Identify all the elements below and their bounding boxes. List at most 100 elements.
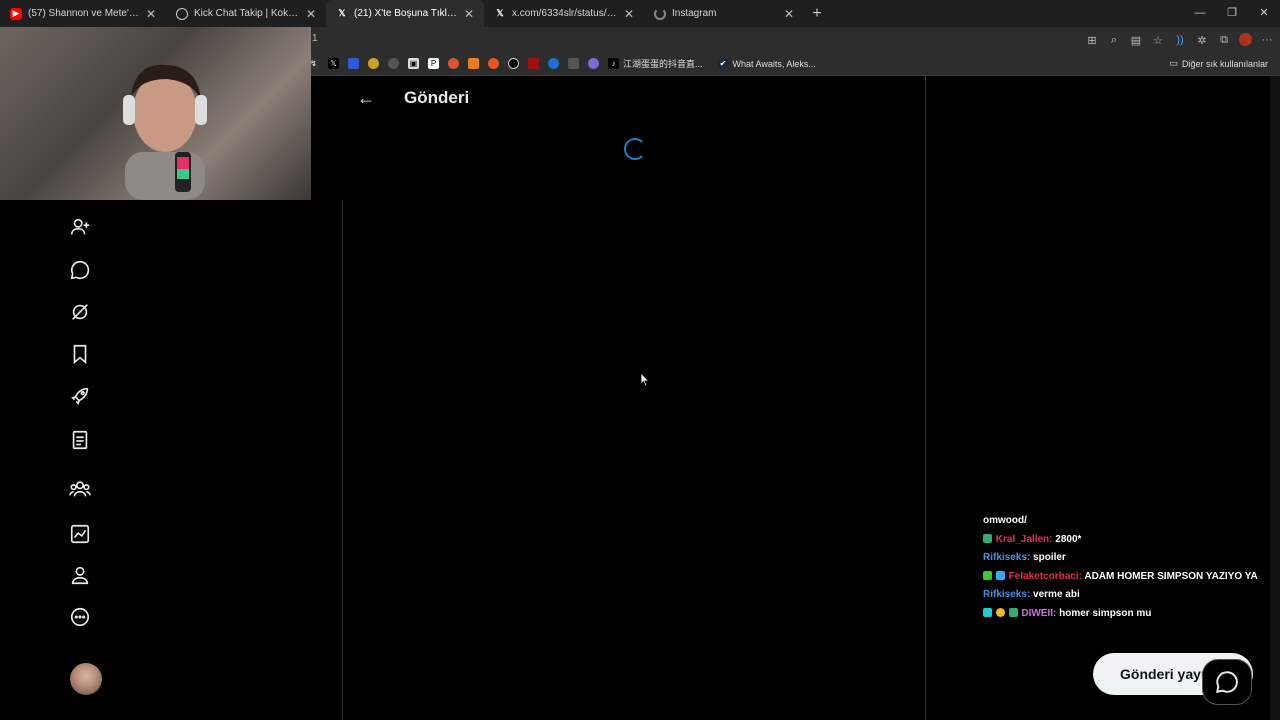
bookmark-icon[interactable] xyxy=(528,58,539,69)
close-window-icon[interactable]: ✕ xyxy=(1248,0,1280,27)
chat-username: Rifkiseks: xyxy=(983,589,1031,600)
chat-text: verme abi xyxy=(1033,589,1080,600)
chat-message: Rifkiseks: spoiler xyxy=(983,549,1273,568)
gift-badge-icon xyxy=(995,570,1005,580)
profile-avatar-icon[interactable] xyxy=(1239,33,1252,46)
other-bookmarks[interactable]: ▭ Diğer sık kullanılanlar xyxy=(1169,58,1268,69)
close-icon[interactable]: ✕ xyxy=(464,7,474,21)
tab-youtube[interactable]: ▶ (57) Shannon ve Mete'nin Karavan ✕ xyxy=(0,0,166,27)
x-icon: 𝕏 xyxy=(496,8,504,18)
messages-drawer-button[interactable] xyxy=(1202,659,1252,705)
mouse-cursor-icon xyxy=(640,372,650,387)
kick-badge-icon xyxy=(1008,607,1018,617)
restore-icon[interactable]: ❐ xyxy=(1216,0,1248,27)
address-text[interactable]: 1 xyxy=(312,33,318,44)
reader-icon[interactable]: ▤ xyxy=(1129,31,1143,49)
profile-icon[interactable] xyxy=(69,564,91,586)
tab-label: Kick Chat Takip | KokoWich xyxy=(194,8,300,19)
favorite-star-icon[interactable]: ☆ xyxy=(1151,31,1165,49)
tab-label: (57) Shannon ve Mete'nin Karavan xyxy=(28,8,140,19)
tab-label: (21) X'te Boşuna Tıklama: "Mekke xyxy=(354,8,458,19)
chat-text: 2800* xyxy=(1055,533,1082,545)
chat-message: DIWEII: homer simpson mu xyxy=(983,605,1273,624)
chat-bubble-icon xyxy=(1216,671,1238,693)
chat-text: ADAM HOMER SIMPSON YAZIYO YA xyxy=(1084,570,1258,582)
apps-icon[interactable]: ⊞ xyxy=(1085,31,1099,49)
bookmark-label: What Awaits, Aleks... xyxy=(732,58,816,69)
other-bookmarks-label: Diğer sık kullanılanlar xyxy=(1181,58,1268,69)
webcam-overlay xyxy=(0,27,311,200)
chat-username: Rifkiseks: xyxy=(983,552,1031,563)
chat-text: homer simpson mu xyxy=(1059,607,1152,619)
bookmark-icon[interactable] xyxy=(468,58,479,69)
browser-tab-strip: ▶ (57) Shannon ve Mete'nin Karavan ✕ Kic… xyxy=(0,0,1280,27)
folder-icon: ▭ xyxy=(1169,58,1178,68)
chat-text: spoiler xyxy=(1033,552,1066,563)
grok-icon[interactable] xyxy=(69,301,91,323)
bookmark-icon[interactable] xyxy=(488,58,499,69)
bookmark-icon[interactable] xyxy=(368,58,379,69)
more-icon[interactable] xyxy=(69,606,91,628)
subscriber-badge-icon xyxy=(983,607,992,617)
bookmark-icon[interactable] xyxy=(568,58,579,69)
tab-instagram[interactable]: Instagram ✕ xyxy=(644,0,804,27)
toolbar-icons: ⊞ ⌕ ▤ ☆ )) ✲ ⧉ ··· xyxy=(1085,31,1274,49)
messages-icon[interactable] xyxy=(69,259,91,281)
reddit-icon[interactable] xyxy=(448,58,459,69)
tab-x-active[interactable]: 𝕏 (21) X'te Boşuna Tıklama: "Mekke ✕ xyxy=(326,0,484,27)
kick-badge-icon xyxy=(983,570,992,580)
close-icon[interactable]: ✕ xyxy=(784,7,794,21)
x-icon: 𝕏 xyxy=(338,8,346,18)
bookmark-item[interactable]: ♪ 江湖蛋蛋的抖音直... xyxy=(608,57,703,70)
tab-label: Instagram xyxy=(672,8,717,19)
read-aloud-icon[interactable]: )) xyxy=(1173,31,1187,49)
communities-icon[interactable] xyxy=(69,478,91,500)
chat-username: DIWEII: xyxy=(1021,607,1057,619)
chat-message: Kral_Jallen: 2800* xyxy=(983,531,1273,550)
premium-icon[interactable] xyxy=(69,385,91,407)
tab-label: x.com/6334slr/status/2085419954 xyxy=(512,8,618,19)
bookmark-icon[interactable] xyxy=(508,58,519,69)
lists-icon[interactable] xyxy=(69,429,91,451)
streamer-figure xyxy=(123,64,207,200)
globe-icon xyxy=(176,7,188,20)
bookmark-icon[interactable]: ▣ xyxy=(408,58,419,69)
bookmark-icon[interactable] xyxy=(388,58,399,69)
account-avatar[interactable] xyxy=(70,663,102,695)
kick-badge-icon xyxy=(983,533,992,543)
extensions-icon[interactable]: ✲ xyxy=(1195,31,1209,49)
stream-chat-overlay: omwood/ Kral_Jallen: 2800* Rifkiseks: sp… xyxy=(983,512,1273,623)
more-menu-icon[interactable]: ··· xyxy=(1260,31,1274,49)
main-column: ← Gönderi xyxy=(344,76,926,720)
bookmark-icon[interactable] xyxy=(548,58,559,69)
x-bookmark-icon[interactable]: 𝕏 xyxy=(328,58,339,69)
page-scrollbar[interactable] xyxy=(1270,76,1280,720)
page-title: Gönderi xyxy=(404,88,470,107)
follow-icon[interactable] xyxy=(69,216,91,238)
youtube-icon: ▶ xyxy=(10,7,22,20)
zoom-icon[interactable]: ⌕ xyxy=(1107,31,1121,49)
bookmark-icon[interactable]: P xyxy=(428,58,439,69)
chat-text: omwood/ xyxy=(983,515,1027,526)
chat-username: Felaketcorbaci: xyxy=(1008,570,1082,582)
minimize-icon[interactable]: — xyxy=(1184,0,1216,27)
new-tab-button[interactable]: + xyxy=(804,5,830,23)
rank-badge-icon xyxy=(995,607,1005,617)
chat-username: Kral_Jallen: xyxy=(995,533,1053,545)
collections-icon[interactable]: ⧉ xyxy=(1217,31,1231,49)
tab-kick-chat[interactable]: Kick Chat Takip | KokoWich ✕ xyxy=(166,0,326,27)
chat-message: Felaketcorbaci: ADAM HOMER SIMPSON YAZIY… xyxy=(983,568,1273,587)
tab-x-status[interactable]: 𝕏 x.com/6334slr/status/2085419954 ✕ xyxy=(484,0,644,27)
close-icon[interactable]: ✕ xyxy=(624,7,634,21)
close-icon[interactable]: ✕ xyxy=(146,7,156,21)
bookmark-icon[interactable] xyxy=(588,58,599,69)
bookmark-icon[interactable] xyxy=(348,58,359,69)
bookmark-item[interactable]: ✔ What Awaits, Aleks... xyxy=(717,58,816,69)
analytics-icon[interactable] xyxy=(69,523,91,545)
tiktok-icon: ♪ xyxy=(608,58,619,69)
close-icon[interactable]: ✕ xyxy=(306,7,316,21)
bookmark-label: 江湖蛋蛋的抖音直... xyxy=(623,59,703,69)
bookmarks-icon[interactable] xyxy=(69,343,91,365)
window-controls: — ❐ ✕ xyxy=(1184,0,1280,27)
arrow-left-icon[interactable]: ← xyxy=(356,88,376,108)
